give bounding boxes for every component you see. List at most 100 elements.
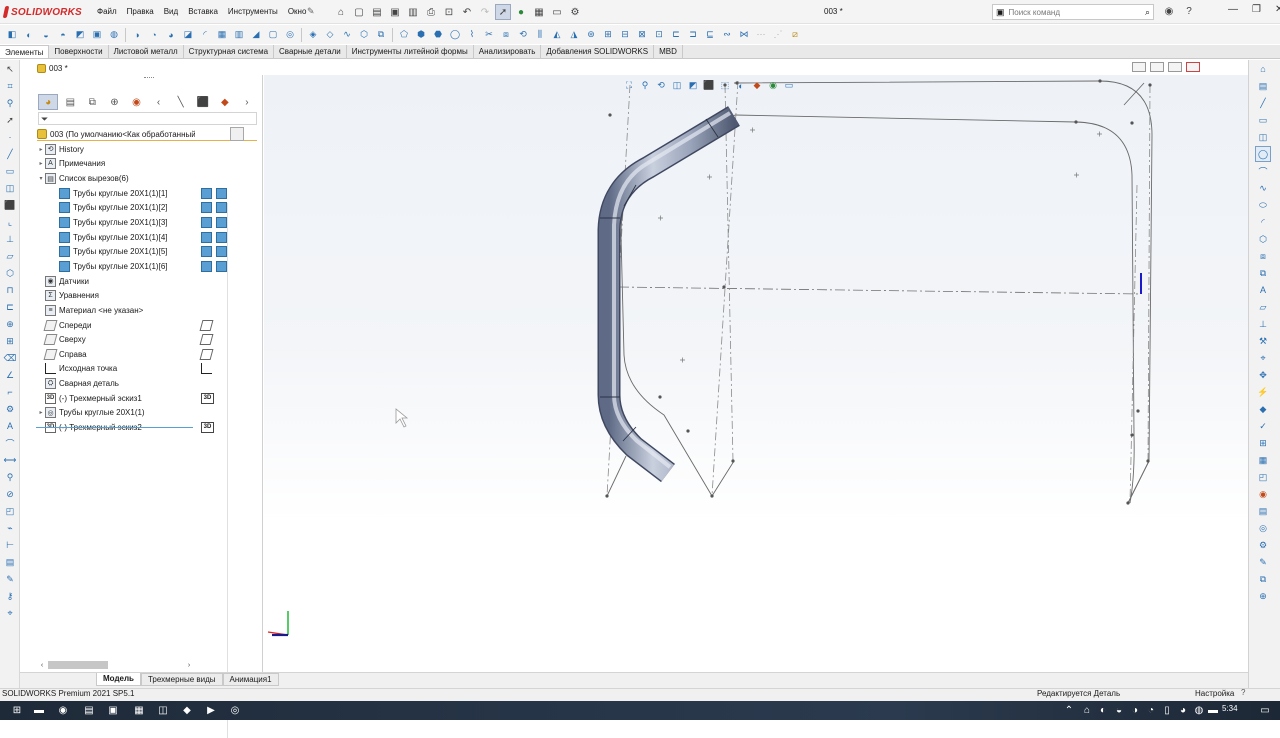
display-style-icon[interactable]: ⬚: [718, 79, 732, 93]
curve-driven-pattern-icon[interactable]: ∾: [719, 27, 735, 43]
tree-item[interactable]: Трубы круглые 20X1(1)[5]: [37, 244, 262, 259]
tab-mold-tools[interactable]: Инструменты литейной формы: [347, 45, 474, 58]
tree-root[interactable]: 003 (По умолчанию<Как обработанный>): [37, 128, 257, 141]
pattern-icon[interactable]: ▦: [214, 27, 230, 43]
tray-app-icon[interactable]: ◑: [1128, 704, 1142, 717]
dim-icon[interactable]: ⟷: [2, 452, 18, 468]
tab-mbd[interactable]: MBD: [654, 45, 683, 58]
move-entities-icon[interactable]: ✥: [1255, 367, 1271, 383]
sw-forum-icon[interactable]: ◎: [1255, 520, 1271, 536]
menu-edit[interactable]: Правка: [122, 6, 159, 18]
circle-tool-icon[interactable]: ◯: [1255, 146, 1271, 162]
view-orientation-icon[interactable]: ⬛: [702, 79, 716, 93]
task-home-icon[interactable]: ⌂: [1255, 61, 1271, 77]
loft-boss-icon[interactable]: ◓: [55, 27, 71, 43]
weld-bead-icon[interactable]: ⊛: [583, 27, 599, 43]
scroll-thumb[interactable]: [48, 661, 108, 669]
user-account-icon[interactable]: ◉: [1162, 4, 1176, 18]
dynamic-annotation-icon[interactable]: ◩: [686, 79, 700, 93]
cube-icon[interactable]: ⬛: [2, 197, 18, 213]
slash-tab-icon[interactable]: ╲: [171, 94, 191, 110]
minimize-icon[interactable]: —: [1228, 4, 1238, 15]
file-properties-icon[interactable]: ▥: [405, 4, 421, 20]
expand-toggle-icon[interactable]: ▸: [37, 146, 45, 153]
tree-item[interactable]: Σ Уравнения: [37, 288, 262, 303]
text-icon[interactable]: A: [2, 418, 18, 434]
pen-icon[interactable]: ✎: [2, 571, 18, 587]
extrude-boss-icon[interactable]: ◧: [4, 27, 20, 43]
gusset-icon[interactable]: ◭: [549, 27, 565, 43]
tree-item[interactable]: Спереди: [37, 318, 262, 333]
tray-flag-icon[interactable]: ▬: [1206, 704, 1220, 717]
explorer-icon[interactable]: ▬: [32, 704, 46, 717]
redo-icon[interactable]: ↷: [477, 4, 493, 20]
bracket-icon[interactable]: ⊏: [2, 299, 18, 315]
extrude-cut-icon[interactable]: ▣: [89, 27, 105, 43]
play-icon[interactable]: ▶: [204, 704, 218, 717]
property-manager-tab-icon[interactable]: ▤: [60, 94, 80, 110]
hide-show-icon[interactable]: ◐: [734, 79, 748, 93]
intersect-icon[interactable]: ◈: [305, 27, 321, 43]
expand-toggle-icon[interactable]: ▸: [37, 409, 45, 416]
swept-cut-icon[interactable]: ◔: [146, 27, 162, 43]
sketch-icon[interactable]: ⬠: [396, 27, 412, 43]
slot-icon[interactable]: ◫: [2, 180, 18, 196]
draft-icon[interactable]: ◢: [248, 27, 264, 43]
tray-wifi-icon[interactable]: ◔: [1144, 704, 1158, 717]
sketch-line-icon[interactable]: ╱: [1255, 95, 1271, 111]
sweep-boss-icon[interactable]: ◒: [38, 27, 54, 43]
eraser-icon[interactable]: ⌫: [2, 350, 18, 366]
menu-view[interactable]: Вид: [159, 6, 183, 18]
tree-item[interactable]: Трубы круглые 20X1(1)[4]: [37, 230, 262, 245]
mirror-icon[interactable]: ⧉: [373, 27, 389, 43]
zoom-tool-icon[interactable]: ⚲: [2, 469, 18, 485]
flange-icon[interactable]: ⊡: [651, 27, 667, 43]
frame-icon[interactable]: ⊓: [2, 282, 18, 298]
split-view-icon[interactable]: [1132, 62, 1146, 72]
plane-draw-icon[interactable]: ▱: [1255, 299, 1271, 315]
custom-properties-icon[interactable]: ▤: [1255, 503, 1271, 519]
media-icon[interactable]: ▦: [132, 704, 146, 717]
line-icon[interactable]: ⬣: [430, 27, 446, 43]
zoom-fit-icon[interactable]: ⛶: [622, 79, 636, 93]
ellipse-icon[interactable]: ⬭: [1255, 197, 1271, 213]
section-view-icon[interactable]: ◫: [670, 79, 684, 93]
corner-icon[interactable]: ⌞: [2, 214, 18, 230]
panel-handle[interactable]: [144, 77, 154, 81]
trim-icon[interactable]: ✂: [481, 27, 497, 43]
tree-item[interactable]: ▸ A Примечания: [37, 157, 262, 172]
section-icon[interactable]: ⊘: [2, 486, 18, 502]
axis-icon[interactable]: ⊥: [2, 231, 18, 247]
viewport-restore-icon[interactable]: [1168, 62, 1182, 72]
slot-tool-icon[interactable]: ◫: [1255, 129, 1271, 145]
tab-sheet-metal[interactable]: Листовой металл: [109, 45, 184, 58]
window-app-icon[interactable]: ◫: [156, 704, 170, 717]
tree-item[interactable]: ◉ Датчики: [37, 274, 262, 289]
offset-icon[interactable]: ⧈: [498, 27, 514, 43]
tray-sound-icon[interactable]: ◐: [1096, 704, 1110, 717]
tree-horizontal-scrollbar[interactable]: ‹ ›: [38, 660, 193, 670]
appearances-icon[interactable]: ◉: [1255, 486, 1271, 502]
notifications-icon[interactable]: ▭: [1258, 704, 1272, 717]
mirror-tool-icon[interactable]: ⧉: [1255, 265, 1271, 281]
app-icon[interactable]: ▤: [82, 704, 96, 717]
grid-icon[interactable]: ⊞: [2, 333, 18, 349]
tree-item[interactable]: Сверху: [37, 332, 262, 347]
ruler-icon[interactable]: ⊢: [2, 537, 18, 553]
cut-list-update-icon[interactable]: ⊟: [617, 27, 633, 43]
configuration-manager-tab-icon[interactable]: ⧉: [82, 94, 102, 110]
print-preview-icon[interactable]: ⊡: [441, 4, 457, 20]
resources-icon[interactable]: ▤: [1255, 78, 1271, 94]
spline-icon[interactable]: ⌇: [464, 27, 480, 43]
circle-icon[interactable]: ◯: [447, 27, 463, 43]
gear-tool-icon[interactable]: ⚙: [2, 401, 18, 417]
search-icon[interactable]: ⌕: [1145, 7, 1150, 18]
tray-battery-icon[interactable]: ▯: [1160, 704, 1174, 717]
toolbox-icon[interactable]: ⚙: [1255, 537, 1271, 553]
rectangle-icon[interactable]: ▭: [2, 163, 18, 179]
probe-icon[interactable]: ⚷: [2, 588, 18, 604]
view-palette-icon[interactable]: ◰: [1255, 469, 1271, 485]
rect-tool-icon[interactable]: ▭: [1255, 112, 1271, 128]
select-icon[interactable]: ➚: [495, 4, 511, 20]
tab-weldments[interactable]: Сварные детали: [274, 45, 347, 58]
